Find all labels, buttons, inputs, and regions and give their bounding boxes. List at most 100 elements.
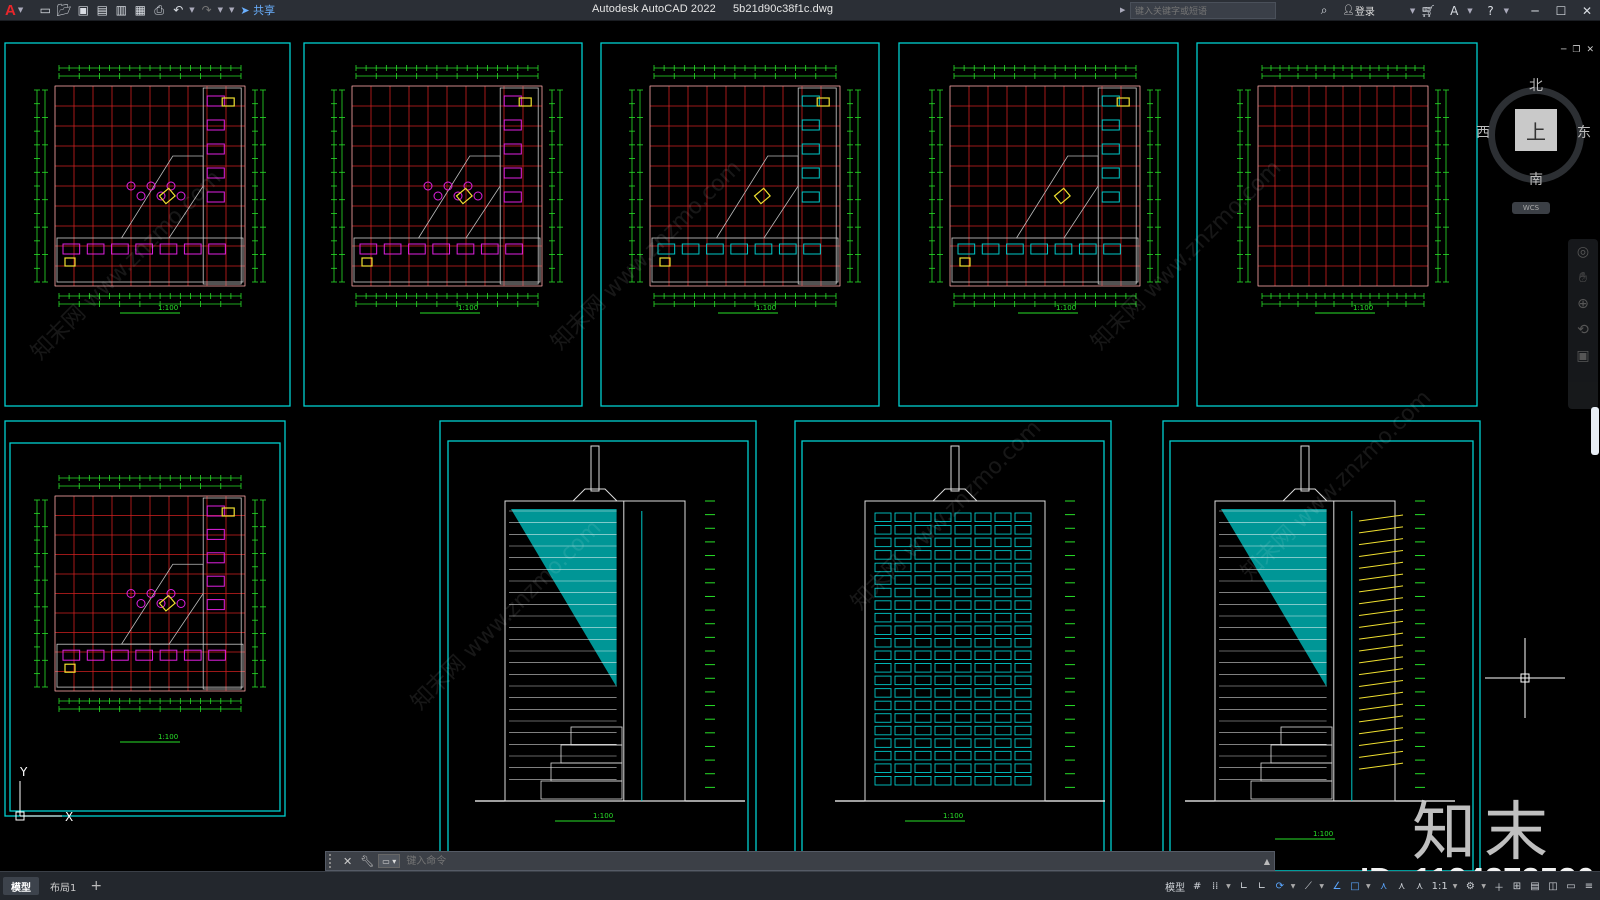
window: [874, 600, 892, 610]
steering-wheel-icon[interactable]: ◎: [1568, 239, 1598, 265]
command-history-icon[interactable]: ▲: [1260, 857, 1274, 866]
window: [894, 512, 912, 522]
ortho-icon[interactable]: ∟: [1255, 876, 1269, 896]
isolate-objects-icon[interactable]: ◫: [1546, 876, 1560, 896]
customize-qat-icon[interactable]: ▼: [229, 6, 234, 14]
undo-caret-icon[interactable]: ▼: [189, 6, 194, 14]
publish-icon[interactable]: ▥: [113, 1, 129, 19]
search-expand-icon[interactable]: ▶: [1120, 6, 1125, 14]
orbit-icon[interactable]: ⟲: [1568, 317, 1598, 343]
drawing-canvas[interactable]: 1:100 1:100 1:100 1:100 1:100 1:100 1:100 1:100…: [0, 21, 1600, 871]
viewcube-south[interactable]: 南: [1529, 169, 1543, 189]
clean-screen-icon[interactable]: ▭: [1564, 876, 1578, 896]
viewcube-north[interactable]: 北: [1529, 75, 1543, 95]
viewport-close-icon[interactable]: ✕: [1586, 45, 1594, 55]
model-space-toggle[interactable]: 模型: [1164, 876, 1186, 896]
annotation-visibility-icon[interactable]: ⋏: [1377, 876, 1391, 896]
annotation-monitor-icon[interactable]: ＋: [1492, 876, 1506, 896]
command-customize-icon[interactable]: 🔧︎: [360, 855, 374, 868]
command-line-grip-icon[interactable]: [329, 854, 339, 868]
recent-commands-button[interactable]: ▭ ▾: [378, 854, 401, 868]
zoom-extents-icon[interactable]: ⊕: [1568, 291, 1598, 317]
spire: [950, 445, 960, 492]
help-icon[interactable]: ?: [1483, 2, 1499, 20]
search-icon[interactable]: ⌕: [1316, 2, 1332, 20]
navbar-scroll-handle[interactable]: [1591, 407, 1599, 455]
login-label: 登录: [1354, 7, 1375, 18]
isodraft-icon[interactable]: ⟋: [1301, 876, 1315, 896]
app-caret-icon[interactable]: ▼: [1467, 7, 1472, 15]
annotation-scale-icon[interactable]: ⋏: [1413, 876, 1427, 896]
tab-model[interactable]: 模型: [3, 877, 39, 895]
maximize-icon[interactable]: ☐: [1553, 2, 1569, 20]
add-layout-icon[interactable]: +: [90, 878, 102, 894]
object-snap-tracking-icon[interactable]: ∠: [1330, 876, 1344, 896]
print-icon[interactable]: ⎙: [151, 1, 167, 19]
share-button[interactable]: ➤ 共享: [240, 2, 275, 18]
balcony-rail: [1358, 739, 1404, 747]
command-input[interactable]: [406, 853, 1260, 869]
redo-icon[interactable]: ↷: [199, 1, 215, 19]
units-icon[interactable]: ⊞: [1510, 876, 1524, 896]
wcs-menu-button[interactable]: WCS: [1512, 202, 1550, 214]
pan-icon[interactable]: ✋︎: [1568, 265, 1598, 291]
app-menu-caret-icon[interactable]: ▼: [18, 6, 23, 14]
open-file-icon[interactable]: 📂︎: [56, 1, 72, 19]
snap-caret-icon[interactable]: ▼: [1226, 883, 1231, 890]
quick-properties-icon[interactable]: ▤: [1528, 876, 1542, 896]
annotation-scale-value[interactable]: 1:1: [1431, 876, 1449, 896]
polar-caret-icon[interactable]: ▼: [1291, 883, 1296, 890]
viewcube-west[interactable]: 西: [1476, 122, 1490, 142]
login-button[interactable]: 👤︎ 登录: [1342, 2, 1375, 20]
window: [994, 512, 1012, 522]
spire: [1300, 445, 1310, 492]
new-file-icon[interactable]: ▭: [37, 1, 53, 19]
autodesk-app-icon[interactable]: A: [1446, 2, 1462, 20]
window: [974, 600, 992, 610]
window: [874, 525, 892, 535]
dining-table: [473, 191, 483, 201]
minimize-icon[interactable]: ─: [1527, 2, 1543, 20]
plot-preview-icon[interactable]: ▦: [132, 1, 148, 19]
window: [894, 688, 912, 698]
polar-tracking-icon[interactable]: ⟳: [1273, 876, 1287, 896]
showmotion-icon[interactable]: ▣: [1568, 343, 1598, 369]
cart-icon[interactable]: 🛒︎: [1420, 2, 1436, 20]
close-icon[interactable]: ✕: [1579, 2, 1595, 20]
window: [934, 763, 952, 773]
tab-layout1[interactable]: 布局1: [42, 877, 84, 895]
search-input[interactable]: [1130, 2, 1276, 19]
save-icon[interactable]: ▣: [75, 1, 91, 19]
command-close-icon[interactable]: ✕: [343, 855, 352, 868]
balcony-rail: [1358, 538, 1404, 546]
auto-scale-icon[interactable]: ⋏: [1395, 876, 1409, 896]
scale-caret-icon[interactable]: ▼: [1453, 883, 1458, 890]
workspace-gear-icon[interactable]: ⚙: [1463, 876, 1477, 896]
redo-caret-icon[interactable]: ▼: [218, 6, 223, 14]
help-caret-icon[interactable]: ▼: [1504, 7, 1509, 15]
login-caret-icon[interactable]: ▼: [1410, 7, 1415, 15]
viewcube-top-face[interactable]: 上: [1515, 109, 1557, 151]
window: [1014, 537, 1032, 548]
autocad-logo-icon[interactable]: A: [5, 2, 16, 19]
podium-step: [550, 762, 623, 782]
viewcube-east[interactable]: 东: [1577, 122, 1591, 142]
object-snap-icon[interactable]: □: [1348, 876, 1362, 896]
balcony-rail: [1358, 703, 1404, 711]
room-fixture: [480, 243, 499, 255]
viewcube[interactable]: 上 北 南 东 西: [1476, 78, 1591, 189]
save-as-icon[interactable]: ▤: [94, 1, 110, 19]
window: [1014, 600, 1032, 610]
window: [954, 612, 972, 623]
workspace-caret-icon[interactable]: ▼: [1481, 883, 1486, 890]
undo-icon[interactable]: ↶: [170, 1, 186, 19]
snap-icon[interactable]: ⁞⁞: [1208, 876, 1222, 896]
grid-icon[interactable]: #: [1190, 876, 1204, 896]
viewport-restore-icon[interactable]: ❐: [1572, 45, 1580, 55]
customize-menu-icon[interactable]: ≡: [1582, 876, 1596, 896]
room-fixture: [503, 119, 522, 131]
infer-constraints-icon[interactable]: ∟: [1237, 876, 1251, 896]
isodraft-caret-icon[interactable]: ▼: [1319, 883, 1324, 890]
viewport-minimize-icon[interactable]: ─: [1561, 45, 1566, 55]
osnap-caret-icon[interactable]: ▼: [1366, 883, 1371, 890]
